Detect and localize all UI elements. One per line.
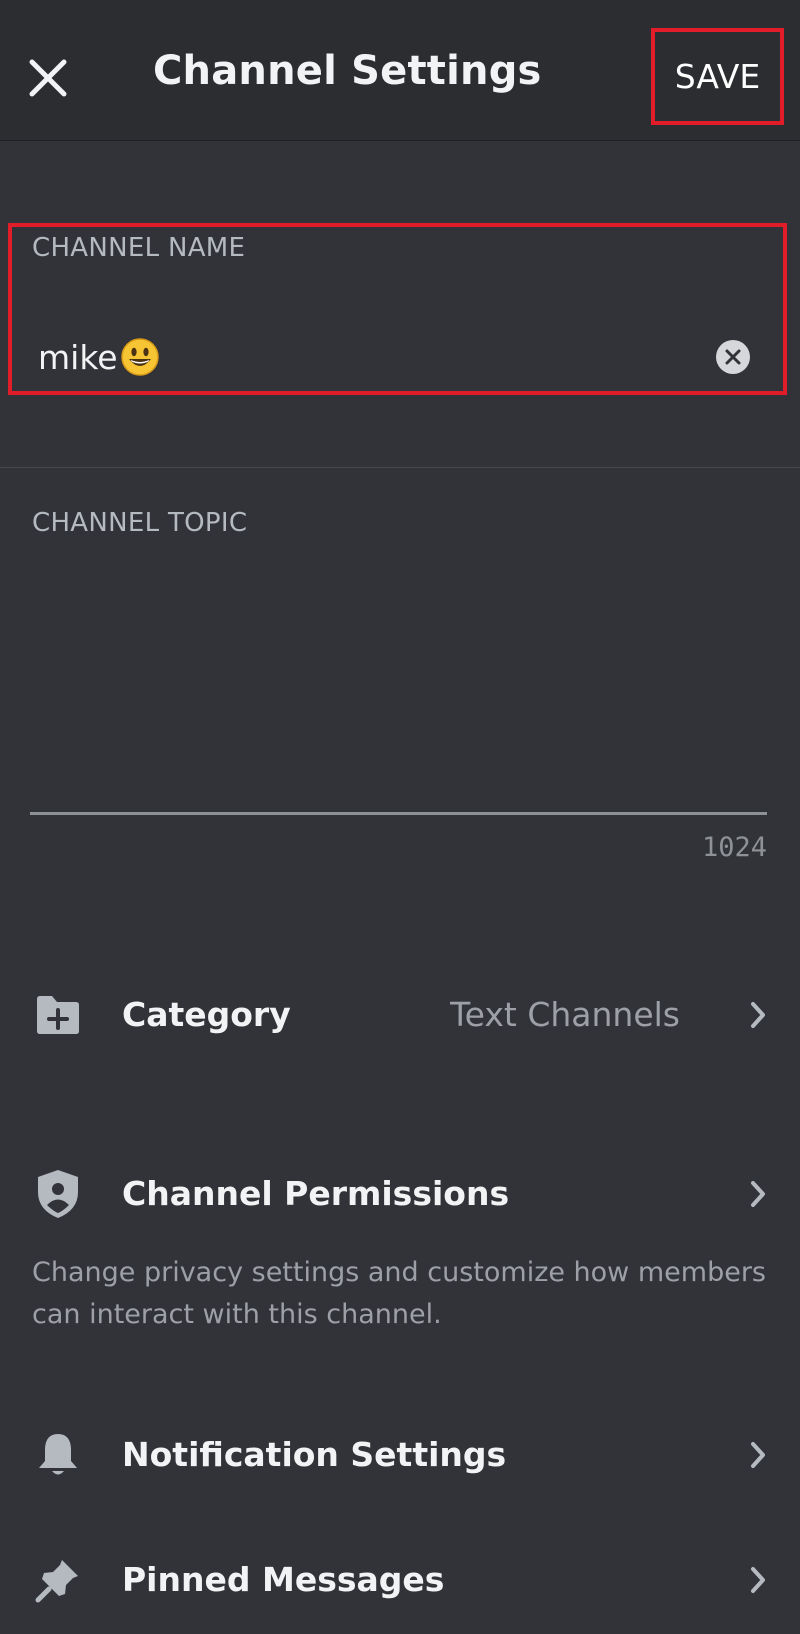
top-bar: Channel Settings SAVE (0, 0, 800, 141)
pinned-messages-label: Pinned Messages (122, 1560, 445, 1599)
channel-permissions-label: Channel Permissions (122, 1174, 510, 1213)
channel-permissions-row[interactable]: Channel Permissions (0, 1154, 800, 1234)
save-button[interactable]: SAVE (651, 28, 784, 125)
clear-circle-icon[interactable] (724, 348, 742, 366)
channel-name-input[interactable]: mike (38, 333, 698, 381)
channel-name-value: mike (38, 337, 118, 377)
folder-plus-icon (30, 987, 86, 1043)
bell-icon (30, 1427, 86, 1483)
category-label: Category (122, 995, 291, 1034)
chevron-right-icon (740, 1176, 776, 1212)
clear-name-button[interactable] (716, 340, 750, 374)
close-icon[interactable] (28, 58, 68, 98)
chevron-right-icon (740, 997, 776, 1033)
chevron-right-icon (740, 1437, 776, 1473)
channel-topic-label: CHANNEL TOPIC (32, 508, 248, 538)
category-value: Text Channels (450, 995, 680, 1034)
channel-name-label: CHANNEL NAME (32, 233, 246, 263)
channel-permissions-description: Change privacy settings and customize ho… (32, 1257, 766, 1330)
smiling-face-emoji (120, 337, 160, 377)
shield-user-icon (30, 1166, 86, 1222)
page-title: Channel Settings (153, 48, 542, 94)
channel-topic-input[interactable] (30, 560, 767, 815)
close-button[interactable] (20, 50, 76, 106)
notification-settings-label: Notification Settings (122, 1435, 507, 1474)
character-counter: 1024 (701, 832, 767, 863)
notification-settings-row[interactable]: Notification Settings (0, 1415, 800, 1495)
chevron-right-icon (740, 1562, 776, 1598)
category-row[interactable]: Category Text Channels (0, 975, 800, 1055)
pin-icon (30, 1552, 86, 1608)
pinned-messages-row[interactable]: Pinned Messages (0, 1540, 800, 1620)
channel-name-section: CHANNEL NAME mike (0, 141, 800, 468)
